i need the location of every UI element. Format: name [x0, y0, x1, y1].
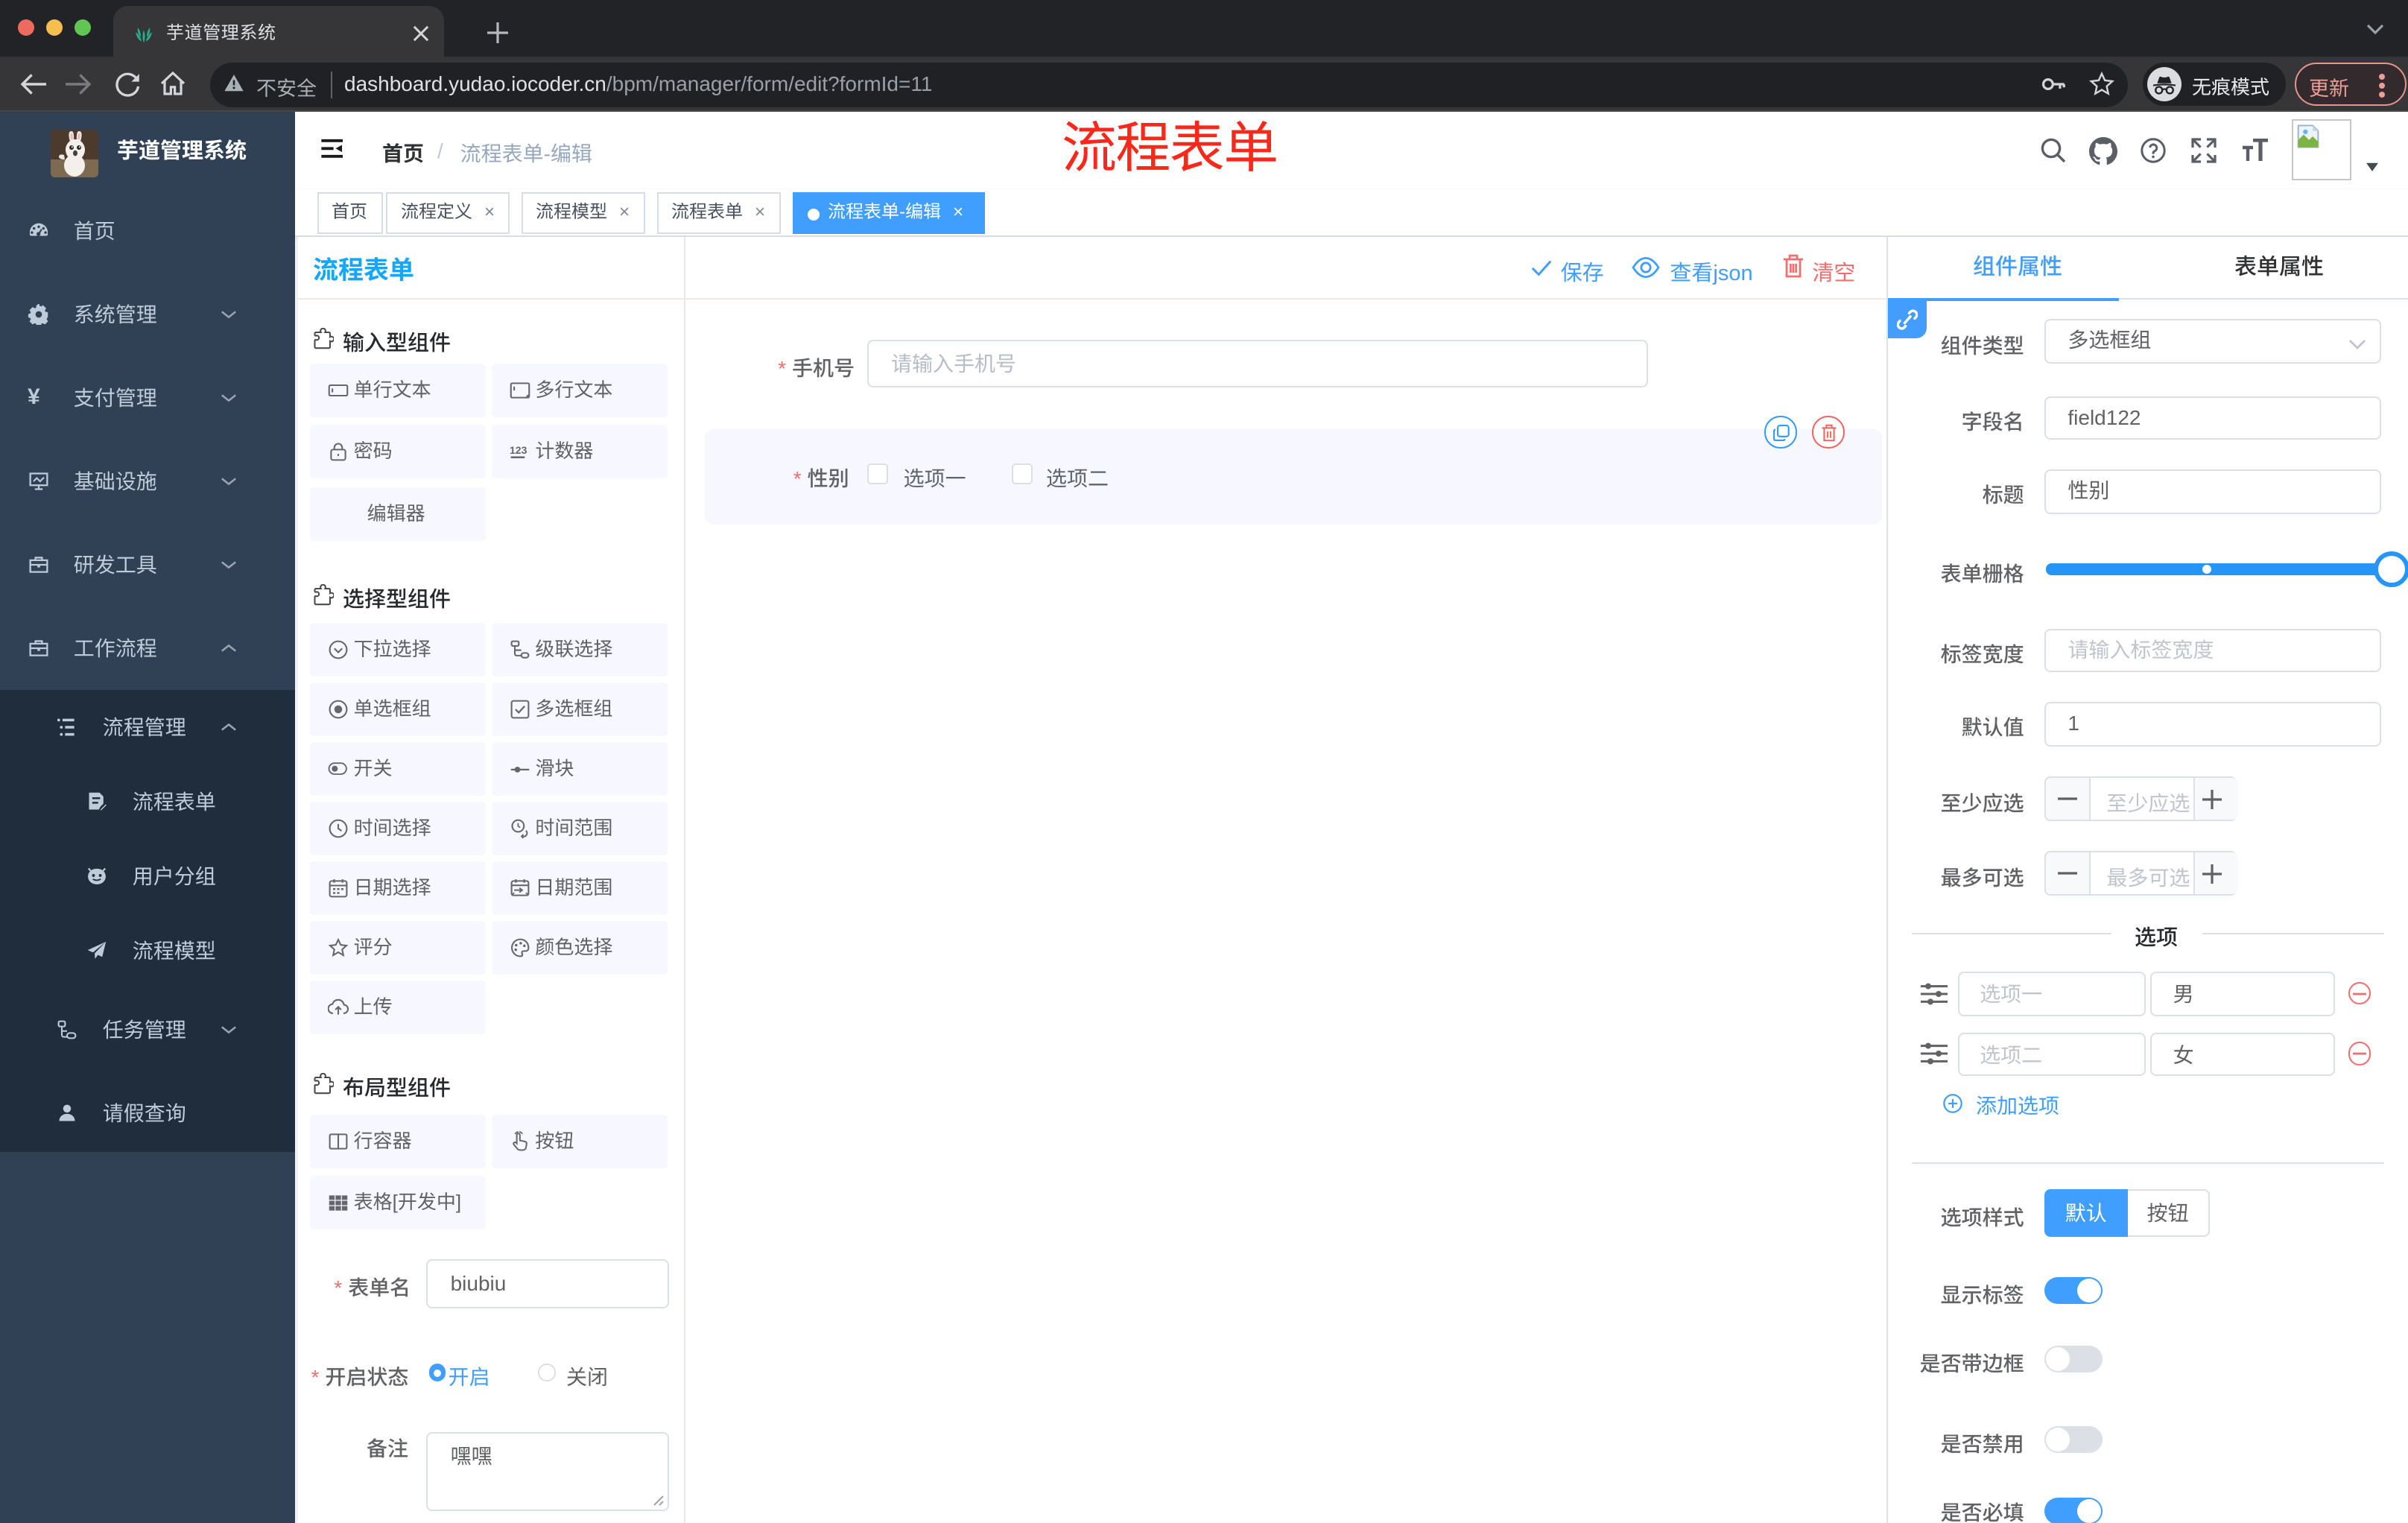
svg-text:123: 123 [510, 444, 527, 456]
